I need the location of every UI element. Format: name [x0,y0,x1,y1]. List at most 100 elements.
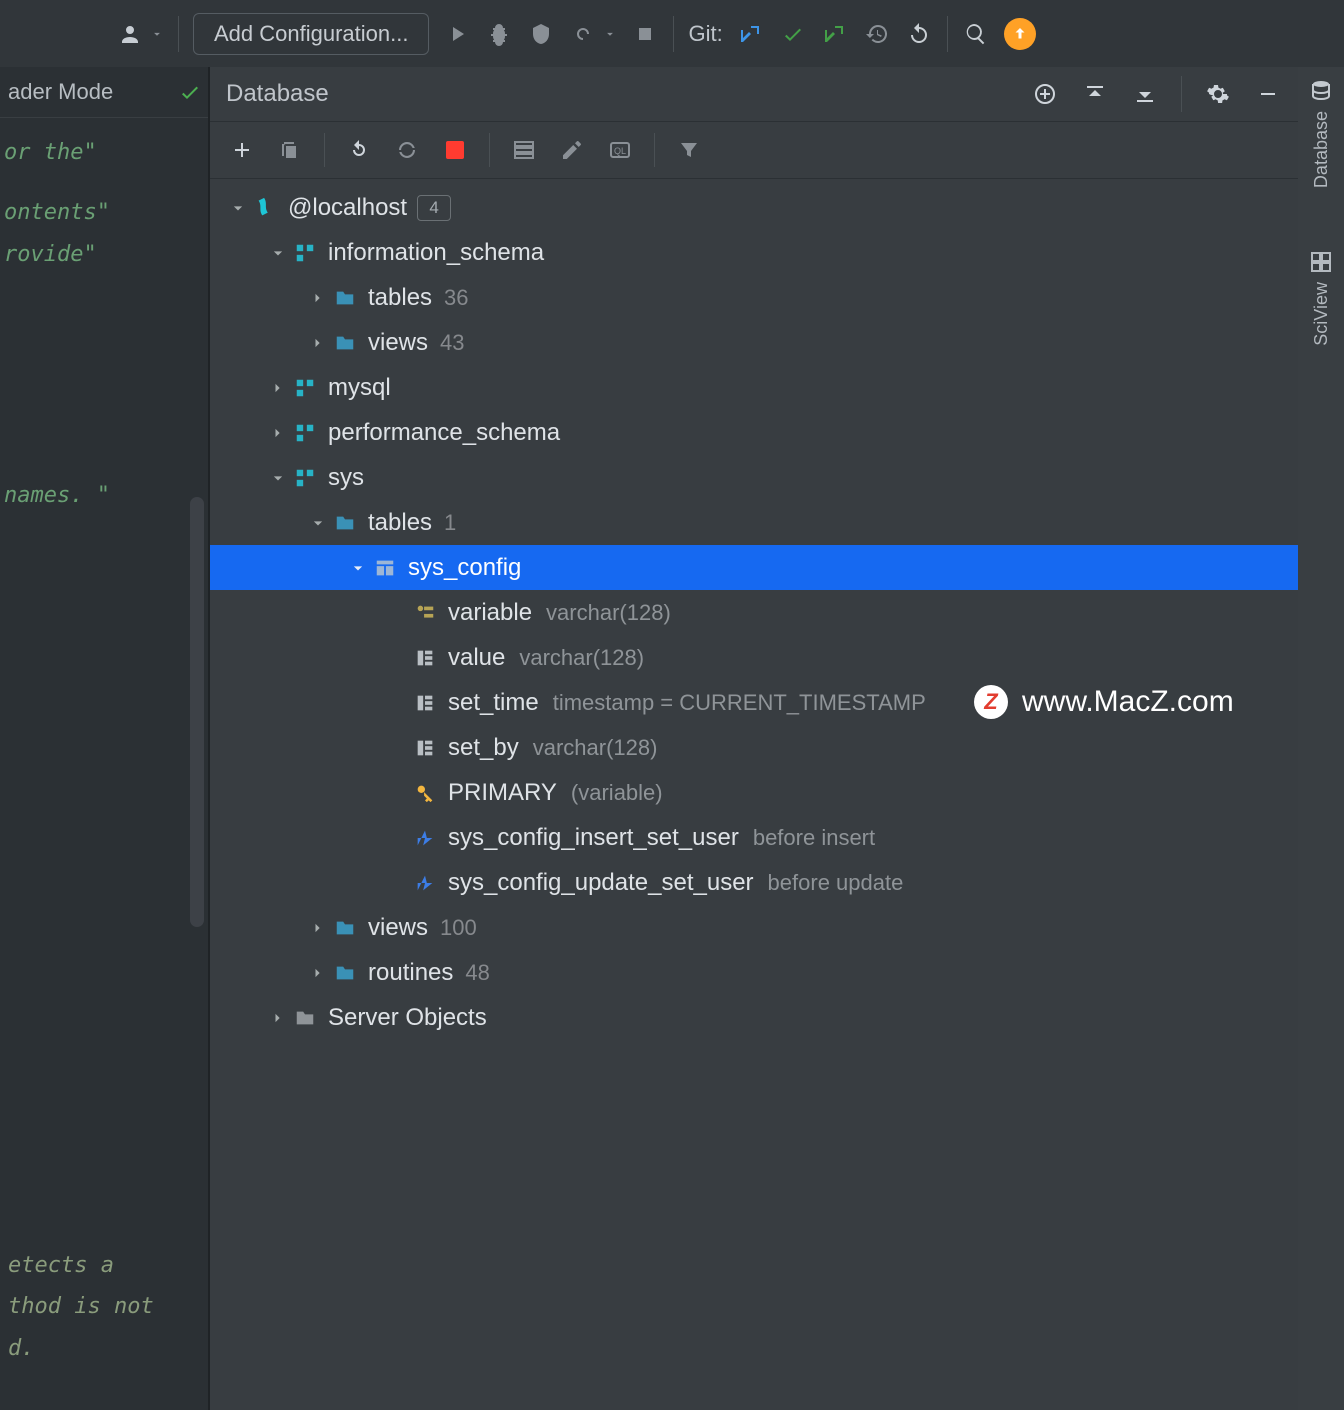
chevron-right-icon[interactable] [304,914,332,942]
chevron-right-icon[interactable] [264,374,292,402]
tree-item-column[interactable]: value varchar(128) [210,635,1298,680]
tree-item-folder[interactable]: views 100 [210,905,1298,950]
datasource-icon [252,195,278,221]
run-icon[interactable] [443,20,471,48]
separator [178,16,179,52]
column-type: varchar(128) [546,600,671,626]
git-commit-icon[interactable] [779,20,807,48]
history-icon[interactable] [863,20,891,48]
config-label: Add Configuration... [214,21,408,47]
tree-item-column[interactable]: set_by varchar(128) [210,725,1298,770]
git-pull-icon[interactable] [737,20,765,48]
column-type: varchar(128) [533,735,658,761]
chevron-right-icon[interactable] [304,329,332,357]
undo-icon[interactable] [905,20,933,48]
separator [489,133,490,167]
trigger-icon [412,870,438,896]
main-toolbar: Add Configuration... Git: [0,0,1344,67]
collapse-down-icon[interactable] [1131,80,1159,108]
side-rail: Database SciView [1298,67,1344,1410]
column-icon [412,645,438,671]
chevron-right-icon[interactable] [264,1004,292,1032]
tree-item-folder[interactable]: views 43 [210,320,1298,365]
separator [654,133,655,167]
search-icon[interactable] [962,20,990,48]
tree-item-folder[interactable]: tables 36 [210,275,1298,320]
minimize-icon[interactable] [1254,80,1282,108]
refresh-icon[interactable] [345,136,373,164]
chevron-down-icon[interactable] [264,464,292,492]
schema-icon [292,240,318,266]
database-tree[interactable]: @localhost 4 information_schema tables 3… [210,179,1298,1410]
tree-item-key[interactable]: PRIMARY (variable) [210,770,1298,815]
chevron-right-icon[interactable] [264,419,292,447]
schema-icon [292,420,318,446]
schema-icon [292,375,318,401]
git-label: Git: [688,21,722,47]
panel-title: Database [226,80,329,108]
add-datasource-icon[interactable] [1031,80,1059,108]
database-toolbar: QL [210,122,1298,179]
rail-tab-sciview[interactable]: SciView [1307,248,1335,346]
chevron-down-icon[interactable] [344,554,372,582]
sync-icon[interactable] [393,136,421,164]
filter-icon[interactable] [675,136,703,164]
separator [1181,76,1182,112]
rail-tab-database[interactable]: Database [1307,77,1335,188]
chevron-down-icon[interactable] [603,20,617,48]
debug-icon[interactable] [485,20,513,48]
count-label: 100 [440,915,477,941]
count-badge: 4 [417,195,451,221]
chevron-right-icon[interactable] [304,959,332,987]
svg-text:QL: QL [614,146,626,156]
separator [324,133,325,167]
chevron-down-icon[interactable] [150,20,164,48]
trigger-icon [412,825,438,851]
add-icon[interactable] [228,136,256,164]
tree-item-folder[interactable]: tables 1 [210,500,1298,545]
coverage-icon[interactable] [527,20,555,48]
console-icon[interactable]: QL [606,136,634,164]
add-configuration-button[interactable]: Add Configuration... [193,13,429,55]
collapse-up-icon[interactable] [1081,80,1109,108]
reader-mode-label: ader Mode [8,79,113,105]
tree-item-connection[interactable]: @localhost 4 [210,185,1298,230]
gear-icon[interactable] [1204,80,1232,108]
chevron-down-icon[interactable] [264,239,292,267]
user-icon[interactable] [116,20,144,48]
tree-item-trigger[interactable]: sys_config_insert_set_user before insert [210,815,1298,860]
stop-icon[interactable] [631,20,659,48]
tree-item-column[interactable]: set_time timestamp = CURRENT_TIMESTAMP [210,680,1298,725]
tree-item-table-selected[interactable]: sys_config [210,545,1298,590]
tree-item-schema[interactable]: sys [210,455,1298,500]
duplicate-icon[interactable] [276,136,304,164]
tree-item-folder[interactable]: Server Objects [210,995,1298,1040]
tree-item-column[interactable]: variable varchar(128) [210,590,1298,635]
chevron-down-icon[interactable] [304,509,332,537]
tree-item-schema[interactable]: performance_schema [210,410,1298,455]
tree-item-trigger[interactable]: sys_config_update_set_user before update [210,860,1298,905]
chevron-down-icon[interactable] [224,194,252,222]
folder-icon [332,960,358,986]
update-icon[interactable] [1004,18,1036,50]
database-icon [1307,77,1335,105]
schema-icon [292,465,318,491]
tree-item-schema[interactable]: mysql [210,365,1298,410]
code-fragment: or the" ontents" rovide" names. " [0,118,210,517]
chevron-right-icon[interactable] [304,284,332,312]
database-panel: Database QL [210,67,1298,1410]
key-columns: (variable) [571,780,663,806]
count-label: 43 [440,330,464,356]
edit-icon[interactable] [558,136,586,164]
trigger-timing: before insert [753,825,875,851]
check-icon[interactable] [176,78,204,106]
editor-scrollbar[interactable] [190,497,204,927]
profile-icon[interactable] [569,20,597,48]
stop-icon[interactable] [441,136,469,164]
git-push-icon[interactable] [821,20,849,48]
table-icon[interactable] [510,136,538,164]
column-type: varchar(128) [519,645,644,671]
tree-item-schema[interactable]: information_schema [210,230,1298,275]
folder-icon [292,1005,318,1031]
tree-item-folder[interactable]: routines 48 [210,950,1298,995]
